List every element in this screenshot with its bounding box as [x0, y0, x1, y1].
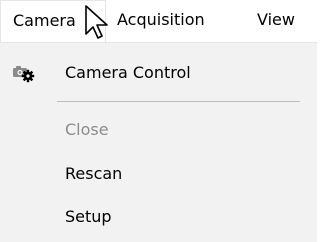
camera-dropdown-menu: Camera Control Close Rescan Setup — [0, 42, 317, 242]
menu-item-label: Close — [65, 120, 109, 139]
menu-item-rescan[interactable]: Rescan — [0, 154, 317, 194]
menu-acquisition[interactable]: Acquisition — [117, 0, 205, 42]
menu-item-label: Camera Control — [65, 63, 191, 82]
menu-view[interactable]: View — [257, 0, 295, 42]
menu-item-camera-control[interactable]: Camera Control — [0, 53, 317, 93]
menu-separator — [57, 101, 300, 102]
menu-item-setup[interactable]: Setup — [0, 197, 317, 237]
menu-bar: Camera Acquisition View — [0, 0, 317, 42]
mouse-pointer-icon — [85, 5, 108, 39]
app-window: Camera Acquisition View Camera Control C… — [0, 0, 317, 242]
menu-item-label: Setup — [65, 207, 112, 226]
menu-item-label: Rescan — [65, 164, 123, 183]
menu-item-close[interactable]: Close — [0, 110, 317, 150]
camera-gear-icon — [13, 66, 35, 83]
